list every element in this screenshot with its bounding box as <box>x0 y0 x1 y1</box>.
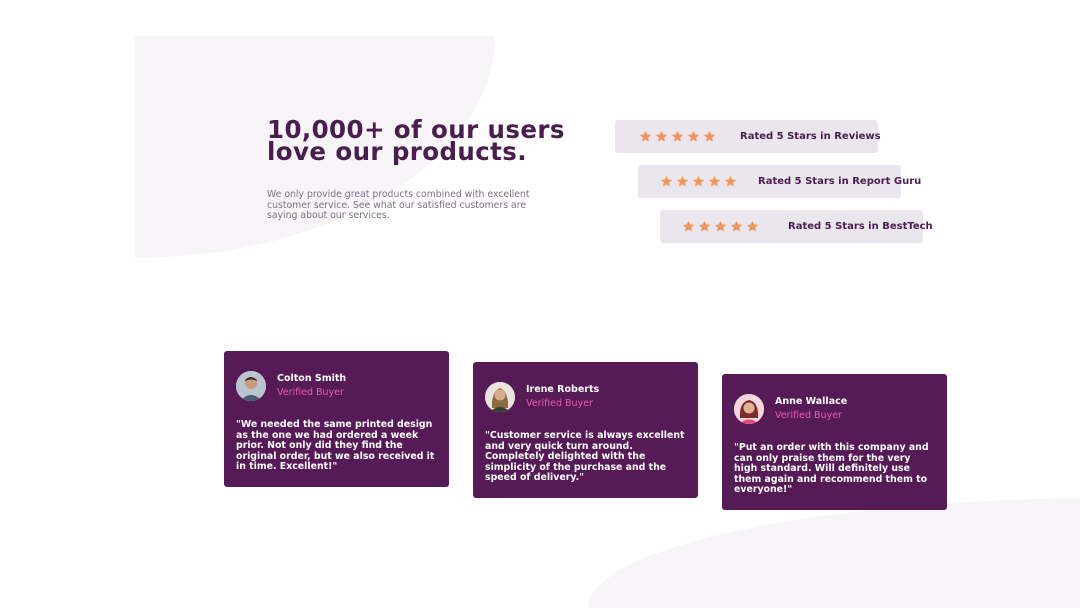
rating-report-guru: Rated 5 Stars in Report Guru <box>638 165 921 198</box>
star-rating <box>682 220 759 233</box>
star-rating <box>639 130 716 143</box>
testimonial-card: Colton Smith Verified Buyer "We needed t… <box>224 351 449 487</box>
star-icon <box>682 220 695 233</box>
star-icon <box>698 220 711 233</box>
rating-label: Rated 5 Stars in BestTech <box>788 221 933 232</box>
hero-section: 10,000+ of our users love our products. … <box>267 115 567 222</box>
star-icon <box>660 175 673 188</box>
rating-label: Rated 5 Stars in Reviews <box>740 131 881 142</box>
rating-label: Rated 5 Stars in Report Guru <box>758 176 922 187</box>
reviewer-role: Verified Buyer <box>526 398 593 409</box>
star-icon <box>724 175 737 188</box>
background-pattern-bottom <box>588 498 1080 608</box>
testimonial-header: Irene Roberts Verified Buyer <box>485 382 686 412</box>
reviewer-name: Colton Smith <box>277 373 347 384</box>
testimonial-quote: "Put an order with this company and can … <box>734 442 929 495</box>
star-icon <box>714 220 727 233</box>
star-icon <box>655 130 668 143</box>
hero-description: We only provide great products combined … <box>267 189 530 221</box>
reviewer-role: Verified Buyer <box>277 387 344 398</box>
testimonial-card: Irene Roberts Verified Buyer "Customer s… <box>473 362 698 498</box>
star-icon <box>671 130 684 143</box>
star-icon <box>692 175 705 188</box>
star-icon <box>703 130 716 143</box>
testimonial-quote: "Customer service is always excellent an… <box>485 430 685 483</box>
reviewer-name: Irene Roberts <box>526 384 600 395</box>
rating-reviews: Rated 5 Stars in Reviews <box>615 120 881 153</box>
star-icon <box>730 220 743 233</box>
hero-heading: 10,000+ of our users love our products. <box>267 115 565 166</box>
rating-besttech: Rated 5 Stars in BestTech <box>660 210 933 243</box>
star-icon <box>746 220 759 233</box>
star-rating <box>660 175 737 188</box>
star-icon <box>676 175 689 188</box>
star-icon <box>639 130 652 143</box>
avatar <box>236 371 266 401</box>
reviewer-role: Verified Buyer <box>775 410 842 421</box>
testimonial-header: Colton Smith Verified Buyer <box>236 371 437 401</box>
testimonial-header: Anne Wallace Verified Buyer <box>734 394 935 424</box>
avatar <box>485 382 515 412</box>
testimonial-quote: "We needed the same printed design as th… <box>236 419 435 472</box>
star-icon <box>687 130 700 143</box>
star-icon <box>708 175 721 188</box>
avatar <box>734 394 764 424</box>
testimonial-card: Anne Wallace Verified Buyer "Put an orde… <box>722 374 947 510</box>
reviewer-name: Anne Wallace <box>775 396 848 407</box>
